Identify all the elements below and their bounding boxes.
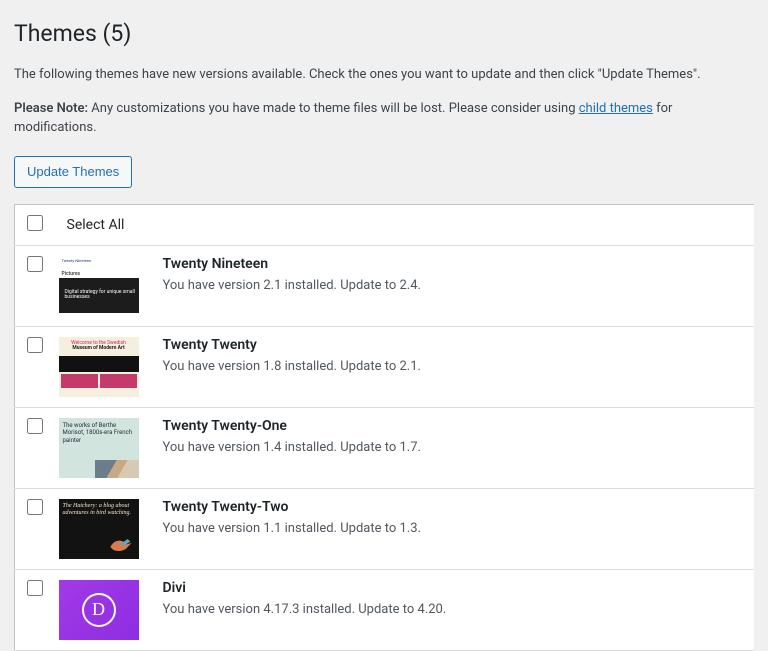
theme-desc: You have version 1.1 installed. Update t… [163,521,745,536]
theme-thumbnail: The works of Berthe Morisot, 1800s-era F… [59,418,139,478]
theme-name: Twenty Twenty-Two [163,499,745,515]
theme-checkbox[interactable] [27,418,43,434]
theme-row-twenty-twenty-two: The Hatchery: a blog about adventures in… [15,488,755,569]
theme-desc: You have version 1.8 installed. Update t… [163,359,745,374]
intro-text: The following themes have new versions a… [14,65,754,85]
select-all-row: Select All [15,204,755,245]
theme-checkbox[interactable] [27,499,43,515]
theme-desc: You have version 1.4 installed. Update t… [163,440,745,455]
bird-icon [107,535,135,555]
theme-name: Divi [163,580,745,596]
theme-name: Twenty Twenty-One [163,418,745,434]
update-themes-button[interactable]: Update Themes [14,156,132,188]
themes-table: Select All Twenty Nineteen Pictures Digi… [14,204,754,651]
select-all-label: Select All [59,204,755,245]
theme-row-twenty-twenty-one: The works of Berthe Morisot, 1800s-era F… [15,407,755,488]
theme-name: Twenty Nineteen [163,256,745,272]
theme-row-divi: D Divi You have version 4.17.3 installed… [15,569,755,650]
note-text: Please Note: Any customizations you have… [14,99,754,138]
theme-thumbnail: D [59,580,139,640]
theme-thumbnail: The Hatchery: a blog about adventures in… [59,499,139,559]
themes-heading: Themes (5) [14,20,754,47]
select-all-checkbox[interactable] [27,215,43,231]
theme-checkbox[interactable] [27,337,43,353]
note-before-link: Any customizations you have made to them… [88,101,579,116]
theme-checkbox[interactable] [27,580,43,596]
theme-thumbnail: Welcome to the SwedishMuseum of Modern A… [59,337,139,397]
theme-desc: You have version 2.1 installed. Update t… [163,278,745,293]
theme-thumbnail: Twenty Nineteen Pictures Digital strateg… [59,256,139,316]
note-label: Please Note: [14,101,88,116]
theme-desc: You have version 4.17.3 installed. Updat… [163,602,745,617]
theme-name: Twenty Twenty [163,337,745,353]
theme-row-twenty-twenty: Welcome to the SwedishMuseum of Modern A… [15,326,755,407]
child-themes-link[interactable]: child themes [579,101,653,116]
theme-checkbox[interactable] [27,256,43,272]
theme-row-twenty-nineteen: Twenty Nineteen Pictures Digital strateg… [15,245,755,326]
